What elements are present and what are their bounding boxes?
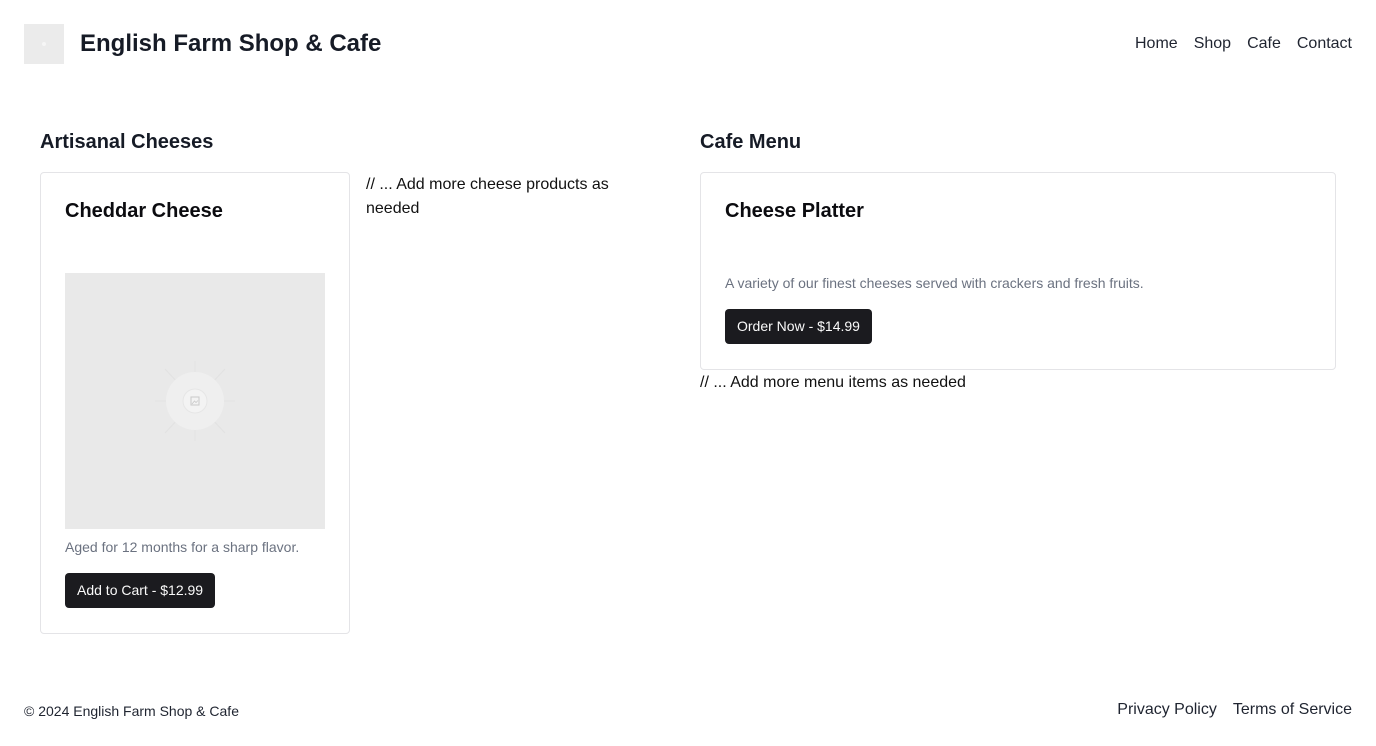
privacy-policy-link[interactable]: Privacy Policy [1117,699,1217,721]
product-name: Cheddar Cheese [65,200,223,222]
footer-copyright: © 2024 English Farm Shop & Cafe [24,703,239,719]
add-to-cart-button[interactable]: Add to Cart - $12.99 [65,573,216,608]
product-card: Cheddar Cheese Aged for 12 months for a … [40,172,350,634]
site-title: English Farm Shop & Cafe [80,30,382,57]
product-image [65,273,325,529]
main-nav: Home Shop Cafe Contact [1135,33,1352,55]
menu-item-card: Cheese Platter A variety of our finest c… [700,172,1336,370]
site-header: English Farm Shop & Cafe Home Shop Cafe … [0,0,1376,88]
nav-contact[interactable]: Contact [1297,33,1352,55]
logo-dot [42,42,46,46]
shop-section-title: Artisanal Cheeses [40,131,214,153]
terms-of-service-link[interactable]: Terms of Service [1233,699,1352,721]
shop-placeholder-note: // ... Add more cheese products as neede… [366,176,609,217]
nav-shop[interactable]: Shop [1194,33,1231,55]
logo-icon[interactable] [24,24,64,64]
nav-home[interactable]: Home [1135,33,1178,55]
cafe-placeholder-note: // ... Add more menu items as needed [700,374,966,391]
product-description: Aged for 12 months for a sharp flavor. [65,539,300,555]
order-now-button[interactable]: Order Now - $14.99 [725,309,872,344]
image-placeholder-icon [155,361,235,441]
menu-item-name: Cheese Platter [725,200,864,222]
cafe-section-title: Cafe Menu [700,131,802,153]
menu-item-description: A variety of our finest cheeses served w… [725,275,1144,291]
nav-cafe[interactable]: Cafe [1247,33,1281,55]
footer-links: Privacy Policy Terms of Service [1117,699,1352,721]
